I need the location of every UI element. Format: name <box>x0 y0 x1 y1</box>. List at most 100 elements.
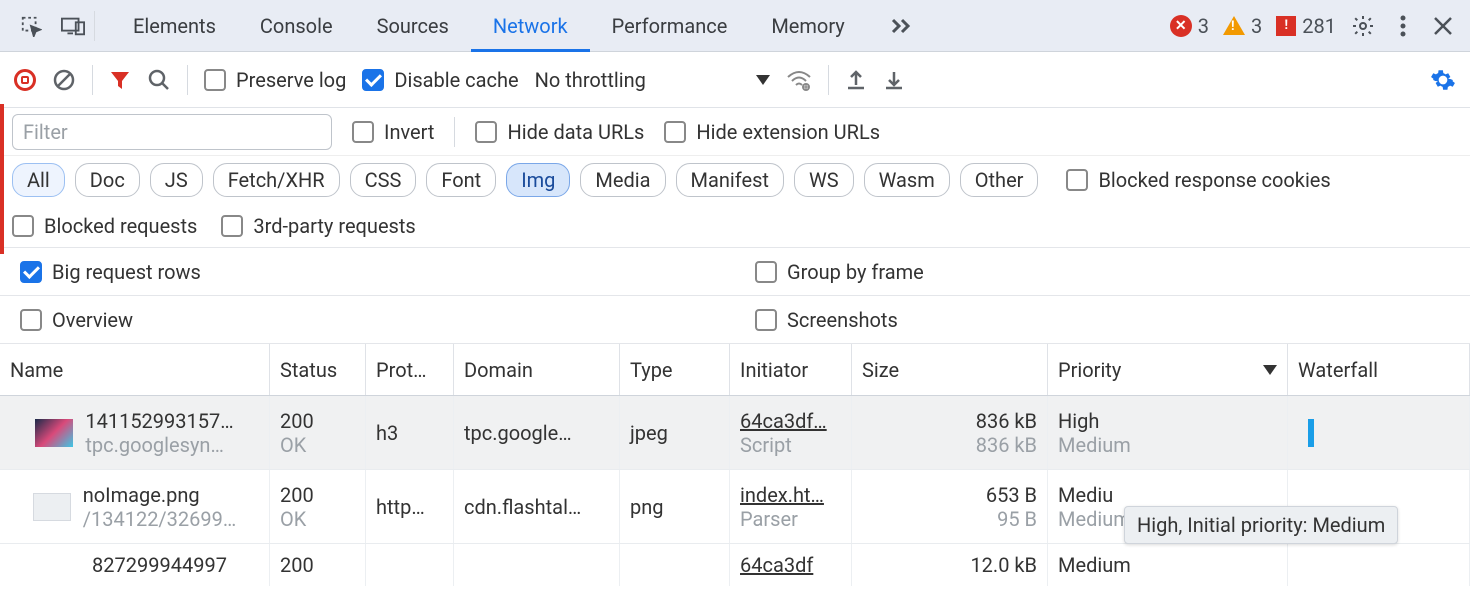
hide-data-urls-checkbox[interactable]: Hide data URLs <box>475 120 644 144</box>
tab-overflow[interactable] <box>867 0 935 51</box>
chevron-down-icon <box>756 75 770 85</box>
col-size[interactable]: Size <box>852 344 1048 395</box>
screenshots-checkbox[interactable]: Screenshots <box>755 308 898 332</box>
clear-button[interactable] <box>52 68 76 92</box>
transfer-size: 653 B <box>986 483 1037 507</box>
chip-doc[interactable]: Doc <box>75 163 140 197</box>
network-settings-icon[interactable] <box>1430 67 1456 93</box>
tab-network[interactable]: Network <box>471 0 590 51</box>
table-header: Name Status Prot… Domain Type Initiator … <box>0 344 1470 396</box>
filter-input[interactable] <box>12 114 332 150</box>
separator <box>92 65 93 95</box>
more-icon[interactable] <box>1386 9 1420 43</box>
chip-all[interactable]: All <box>12 163 65 197</box>
warning-count[interactable]: 3 <box>1219 14 1266 38</box>
col-priority[interactable]: Priority <box>1048 344 1288 395</box>
col-name[interactable]: Name <box>0 344 270 395</box>
resource-size: 95 B <box>997 507 1037 531</box>
initiator-link[interactable]: 64ca3df <box>740 553 841 577</box>
sort-desc-icon <box>1263 365 1277 375</box>
transfer-size: 12.0 kB <box>970 553 1037 577</box>
network-conditions-icon[interactable] <box>786 69 812 91</box>
chip-css[interactable]: CSS <box>350 163 417 197</box>
import-har-icon[interactable] <box>883 69 905 91</box>
col-type[interactable]: Type <box>620 344 730 395</box>
col-waterfall[interactable]: Waterfall <box>1288 344 1470 395</box>
chip-wasm[interactable]: Wasm <box>864 163 950 197</box>
tab-memory[interactable]: Memory <box>749 0 866 51</box>
separator <box>454 117 455 147</box>
preserve-log-label: Preserve log <box>236 68 346 92</box>
activity-marker <box>0 104 4 254</box>
initiator-link[interactable]: index.ht… <box>740 483 841 507</box>
chip-font[interactable]: Font <box>426 163 496 197</box>
col-status[interactable]: Status <box>270 344 366 395</box>
table-row[interactable]: 141152993157…tpc.googlesyn… 200OK h3 tpc… <box>0 396 1470 470</box>
col-initiator[interactable]: Initiator <box>730 344 852 395</box>
blocked-cookies-label: Blocked response cookies <box>1098 168 1330 192</box>
preserve-log-checkbox[interactable]: Preserve log <box>204 68 346 92</box>
type: jpeg <box>630 421 719 445</box>
tab-console[interactable]: Console <box>238 0 355 51</box>
type: png <box>630 495 719 519</box>
priority: Medium <box>1058 553 1277 577</box>
group-by-frame-checkbox[interactable]: Group by frame <box>755 260 924 284</box>
col-domain[interactable]: Domain <box>454 344 620 395</box>
third-party-checkbox[interactable]: 3rd-party requests <box>221 214 415 238</box>
close-icon[interactable] <box>1426 9 1460 43</box>
disable-cache-label: Disable cache <box>394 68 518 92</box>
record-button[interactable] <box>14 69 36 91</box>
col-protocol[interactable]: Prot… <box>366 344 454 395</box>
hide-extension-urls-checkbox[interactable]: Hide extension URLs <box>664 120 880 144</box>
protocol: h3 <box>376 421 443 445</box>
throttling-select[interactable]: No throttling <box>535 68 770 92</box>
waterfall-bar <box>1308 419 1314 447</box>
big-rows-checkbox[interactable]: Big request rows <box>20 260 201 284</box>
settings-icon[interactable] <box>1346 9 1380 43</box>
issue-count[interactable]: !281 <box>1272 14 1340 38</box>
third-party-label: 3rd-party requests <box>253 214 415 238</box>
table-row[interactable]: 827299944997 200 64ca3df 12.0 kB Medium <box>0 544 1470 586</box>
chip-ws[interactable]: WS <box>794 163 854 197</box>
tab-sources[interactable]: Sources <box>355 0 471 51</box>
overview-checkbox[interactable]: Overview <box>20 308 133 332</box>
screenshots-label: Screenshots <box>787 308 898 332</box>
status-text: OK <box>280 433 355 457</box>
initiator-type: Script <box>740 433 841 457</box>
device-toggle-icon[interactable] <box>52 5 94 47</box>
type-filter-chips: All Doc JS Fetch/XHR CSS Font Img Media … <box>0 156 1470 204</box>
protocol: http… <box>376 495 443 519</box>
tab-elements[interactable]: Elements <box>111 0 238 51</box>
group-by-frame-label: Group by frame <box>787 260 924 284</box>
status-code: 200 <box>280 553 355 577</box>
tab-performance[interactable]: Performance <box>590 0 750 51</box>
separator <box>828 65 829 95</box>
chip-manifest[interactable]: Manifest <box>676 163 784 197</box>
overview-label: Overview <box>52 308 133 332</box>
disable-cache-checkbox[interactable]: Disable cache <box>362 68 518 92</box>
view-options-1: Big request rows Group by frame <box>0 248 1470 296</box>
priority-tooltip: High, Initial priority: Medium <box>1124 506 1398 544</box>
view-options-2: Overview Screenshots <box>0 296 1470 344</box>
filter-icon[interactable] <box>109 69 131 91</box>
domain: tpc.google… <box>464 421 609 445</box>
extra-filter-row: Blocked requests 3rd-party requests <box>0 204 1470 248</box>
search-icon[interactable] <box>147 68 171 92</box>
blocked-requests-label: Blocked requests <box>44 214 197 238</box>
separator <box>94 11 95 41</box>
inspect-icon[interactable] <box>10 5 52 47</box>
separator <box>187 65 188 95</box>
chip-js[interactable]: JS <box>150 163 203 197</box>
chip-fetch-xhr[interactable]: Fetch/XHR <box>213 163 340 197</box>
blocked-requests-checkbox[interactable]: Blocked requests <box>12 214 197 238</box>
chip-img[interactable]: Img <box>506 163 570 197</box>
domain: cdn.flashtal… <box>464 495 609 519</box>
chip-other[interactable]: Other <box>960 163 1039 197</box>
invert-checkbox[interactable]: Invert <box>352 120 434 144</box>
initiator-link[interactable]: 64ca3df… <box>740 409 841 433</box>
blocked-cookies-checkbox[interactable]: Blocked response cookies <box>1066 168 1330 192</box>
chip-media[interactable]: Media <box>580 163 665 197</box>
thumbnail <box>33 493 71 521</box>
export-har-icon[interactable] <box>845 69 867 91</box>
error-count[interactable]: ✕3 <box>1166 14 1213 38</box>
